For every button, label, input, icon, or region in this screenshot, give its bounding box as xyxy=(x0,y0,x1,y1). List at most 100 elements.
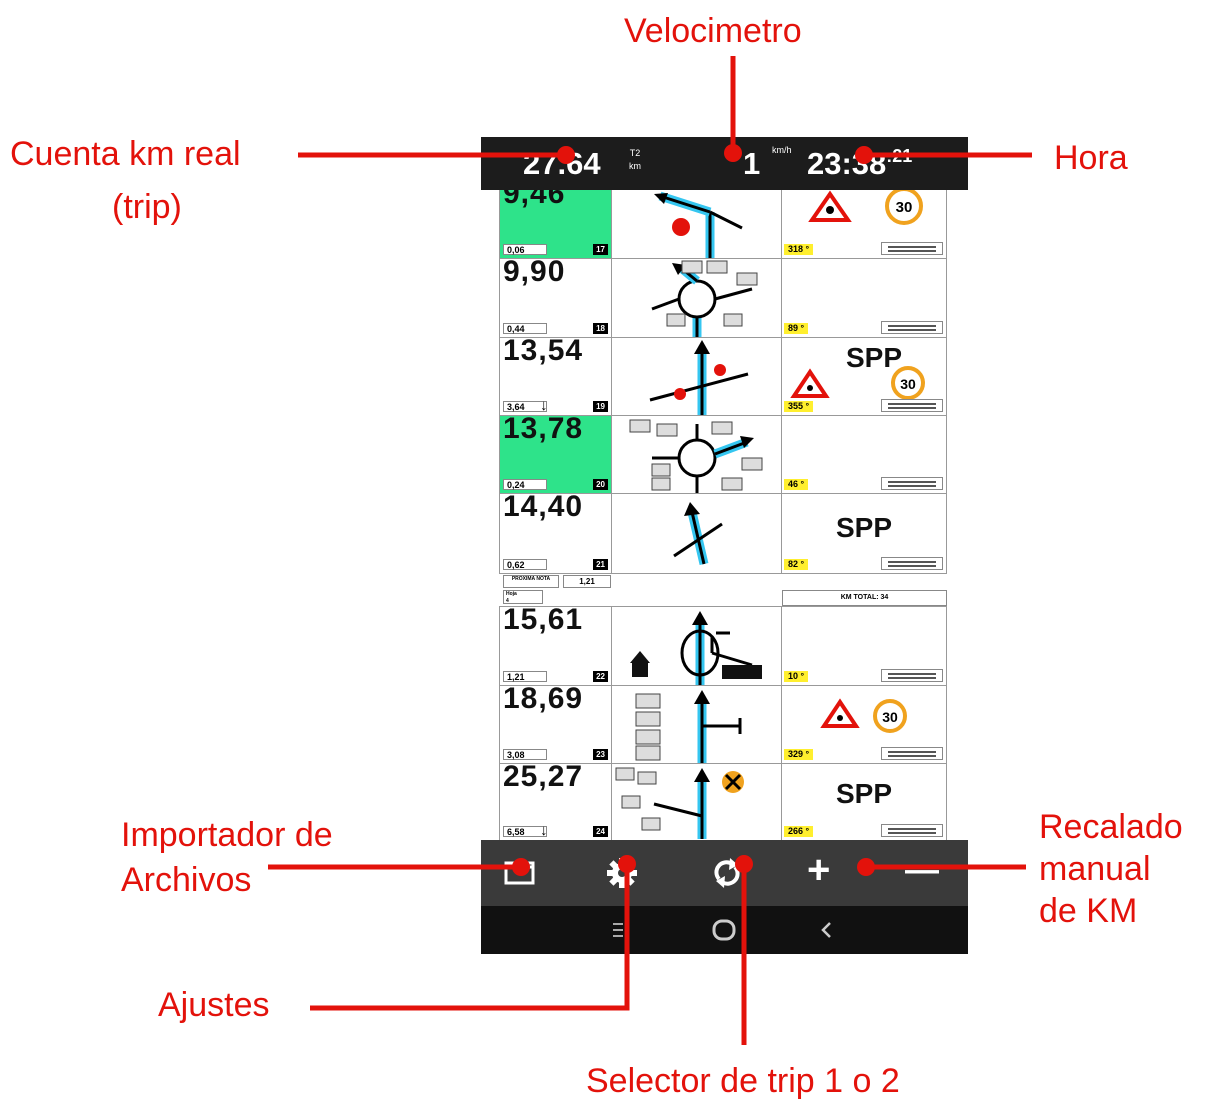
caution-down-arrow-icon: ↓ xyxy=(540,397,548,414)
km-total: KM TOTAL: 34 xyxy=(782,590,947,606)
cap-heading: 46 ° xyxy=(784,479,809,490)
svg-text:30: 30 xyxy=(882,709,898,725)
trip-label: T2 xyxy=(629,148,641,158)
gps-coords xyxy=(881,477,943,490)
recent-apps-button[interactable] xyxy=(611,920,625,940)
roadbook-row[interactable]: 13,78 0,24 20 46 ° xyxy=(499,416,947,494)
folder-icon xyxy=(504,861,535,885)
cumulative-km: 25,27 xyxy=(503,764,584,793)
tulip-cell xyxy=(612,686,782,763)
gps-coords xyxy=(881,747,943,760)
cap-heading: 89 ° xyxy=(784,323,809,334)
km-plus-button[interactable]: + xyxy=(807,848,830,892)
label-velocimetro: Velocimetro xyxy=(624,12,802,50)
file-import-button[interactable] xyxy=(503,857,537,887)
distance-cell: 9,46 0,06 17 xyxy=(499,190,612,258)
next-note-value: 1,21 xyxy=(563,575,611,588)
note-number: 18 xyxy=(593,323,608,334)
info-cell: SPP 30 355 ° xyxy=(782,338,947,415)
distance-cell: 13,78 0,24 20 xyxy=(499,416,612,493)
info-cell: 46 ° xyxy=(782,416,947,493)
trip-counter[interactable]: 27.64 xyxy=(523,146,601,182)
page-label-text: Hoja xyxy=(506,591,517,597)
roadbook-row[interactable]: 15,61 1,21 22 10 ° xyxy=(499,606,947,686)
partial-km: 3,08 xyxy=(503,749,547,760)
gps-coords xyxy=(881,669,943,682)
trip-selector-button[interactable] xyxy=(710,857,744,889)
tulip-cell xyxy=(612,190,782,258)
tulip-diagram-icon xyxy=(654,191,743,258)
roadbook-row[interactable]: 14,40 0,62 21 SPP 82 ° xyxy=(499,494,947,574)
cap-heading: 10 ° xyxy=(784,671,809,682)
roundabout-tulip-icon xyxy=(651,260,758,337)
note-number: 17 xyxy=(593,244,608,255)
info-cell: SPP 82 ° xyxy=(782,494,947,573)
tulip-cell xyxy=(612,416,782,493)
info-cell: 30 318 ° xyxy=(782,190,947,258)
trip-unit: T2 km xyxy=(629,147,641,173)
cap-heading: 266 ° xyxy=(784,826,814,837)
gps-coords xyxy=(881,399,943,412)
svg-text:30: 30 xyxy=(900,376,916,392)
distance-cell: 15,61 1,21 22 xyxy=(499,607,612,685)
home-button[interactable] xyxy=(711,918,737,942)
note-number: 23 xyxy=(593,749,608,760)
label-manual: manual xyxy=(1039,850,1151,888)
back-button[interactable] xyxy=(819,920,833,940)
cumulative-km: 9,46 xyxy=(503,190,566,210)
label-de-km: de KM xyxy=(1039,892,1138,930)
cap-heading: 318 ° xyxy=(784,244,814,255)
roadbook-row[interactable]: 18,69 3,08 23 30 329 ° xyxy=(499,686,947,764)
bottom-toolbar: + — xyxy=(481,840,968,906)
settings-button[interactable] xyxy=(606,858,638,888)
speed-limit-icon: 30 xyxy=(896,199,913,216)
info-cell: SPP 266 ° xyxy=(782,764,947,840)
speedometer: 1 xyxy=(743,146,761,181)
info-cell: 30 329 ° xyxy=(782,686,947,763)
system-nav-bar xyxy=(481,906,968,954)
home-circle-icon xyxy=(712,919,736,941)
label-ajustes: Ajustes xyxy=(158,986,270,1024)
section-page: Hoja 4 KM TOTAL: 34 xyxy=(499,590,947,606)
partial-km: 0,06 xyxy=(503,244,547,255)
info-cell: 89 ° xyxy=(782,259,947,337)
label-hora: Hora xyxy=(1054,139,1128,177)
label-trip: (trip) xyxy=(112,188,182,226)
roadbook[interactable]: 9,46 0,06 17 30 318 ° 9,90 0,44 18 89 ° … xyxy=(499,190,947,840)
roadbook-row[interactable]: 9,46 0,06 17 30 318 ° xyxy=(499,190,947,259)
tulip-cell xyxy=(612,259,782,337)
cumulative-km: 18,69 xyxy=(503,686,584,715)
straight-tulip-icon xyxy=(673,502,723,566)
cap-heading: 329 ° xyxy=(784,749,814,760)
trip-unit-km: km xyxy=(629,161,641,171)
spp-label: SPP xyxy=(835,778,893,809)
note-number: 21 xyxy=(593,559,608,570)
cap-heading: 355 ° xyxy=(784,401,814,412)
next-note-label: PROXIMA NOTA xyxy=(503,575,559,588)
cumulative-km: 14,40 xyxy=(503,494,584,523)
loop-tulip-icon xyxy=(630,611,762,685)
pedestrian-warning-icon: 30 xyxy=(820,698,907,733)
gps-coords xyxy=(881,321,943,334)
gps-coords xyxy=(881,824,943,837)
tulip-cell xyxy=(612,607,782,685)
label-selector: Selector de trip 1 o 2 xyxy=(586,1062,900,1100)
label-recalado: Recalado xyxy=(1039,808,1183,846)
cumulative-km: 15,61 xyxy=(503,607,584,636)
km-minus-button[interactable]: — xyxy=(905,848,939,892)
roadbook-row[interactable]: 9,90 0,44 18 89 ° xyxy=(499,259,947,338)
label-cuenta-km: Cuenta km real xyxy=(10,135,241,173)
partial-km: 1,21 xyxy=(503,671,547,682)
partial-km: 0,44 xyxy=(503,323,547,334)
info-cell: 10 ° xyxy=(782,607,947,685)
page-label: Hoja 4 xyxy=(503,590,543,604)
status-bar: 27.64 T2 km 1 km/h 23:38:21 xyxy=(481,137,968,190)
village-tulip-icon xyxy=(635,690,742,763)
gps-coords xyxy=(881,242,943,255)
partial-km: 0,62 xyxy=(503,559,547,570)
partial-km: 0,24 xyxy=(503,479,547,490)
gps-coords xyxy=(881,557,943,570)
note-number: 22 xyxy=(593,671,608,682)
roadbook-row[interactable]: 25,27 6,58 ↓ 24 SPP 266 ° xyxy=(499,764,947,840)
roadbook-row[interactable]: 13,54 3,64 ↓ 19 SPP 30 355 ° xyxy=(499,338,947,416)
